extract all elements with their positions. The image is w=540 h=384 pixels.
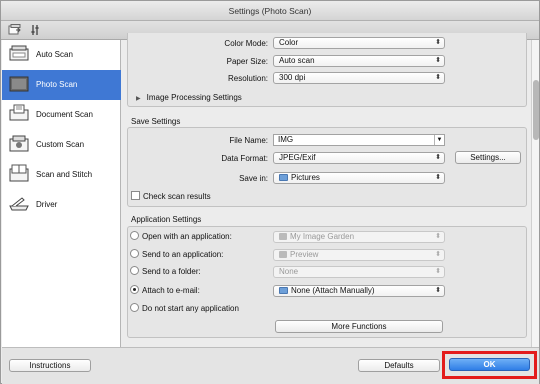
settings-window: Settings (Photo Scan) Auto Scan Photo Sc…	[0, 0, 540, 384]
popup-arrows-icon: ⬍	[435, 174, 441, 181]
popup-arrows-icon: ⬍	[435, 268, 441, 275]
document-scan-icon	[8, 104, 30, 124]
popup-arrows-icon: ⬍	[435, 154, 441, 161]
app-icon	[279, 251, 287, 258]
send-to-folder-popup[interactable]: None ⬍	[273, 266, 445, 278]
paper-size-label: Paper Size:	[226, 57, 268, 66]
file-name-label: File Name:	[229, 136, 268, 145]
window-title: Settings (Photo Scan)	[1, 1, 539, 21]
photo-scan-icon	[8, 74, 30, 94]
sidebar-item-label: Photo Scan	[36, 80, 78, 89]
radio-icon	[130, 303, 139, 312]
sidebar-item-auto-scan[interactable]: Auto Scan	[2, 40, 121, 70]
radio-label: Send to a folder:	[142, 267, 201, 276]
resolution-value: 300 dpi	[279, 73, 306, 82]
checkbox-icon	[131, 191, 140, 200]
open-with-application-value: My Image Garden	[290, 232, 355, 241]
sidebar-item-label: Driver	[36, 200, 58, 209]
defaults-button[interactable]: Defaults	[358, 359, 440, 372]
color-mode-popup[interactable]: Color ⬍	[273, 37, 445, 49]
instructions-button[interactable]: Instructions	[9, 359, 91, 372]
popup-arrows-icon: ⬍	[435, 287, 441, 294]
send-to-folder-value: None	[279, 267, 299, 276]
sidebar-item-label: Document Scan	[36, 110, 93, 119]
combo-dropdown-icon[interactable]: ▼	[434, 135, 444, 145]
image-processing-disclosure[interactable]: ▶ Image Processing Settings	[136, 93, 242, 102]
folder-icon	[279, 287, 288, 294]
radio-do-not-start-application[interactable]: Do not start any application	[130, 303, 239, 315]
data-format-popup[interactable]: JPEG/Exif ⬍	[273, 152, 445, 164]
radio-label: Open with an application:	[142, 232, 232, 241]
send-to-application-popup[interactable]: Preview ⬍	[273, 249, 445, 261]
save-settings-title: Save Settings	[131, 117, 181, 126]
radio-icon	[130, 266, 139, 275]
more-functions-button[interactable]: More Functions	[275, 320, 443, 333]
popup-arrows-icon: ⬍	[435, 251, 441, 258]
sidebar-item-custom-scan[interactable]: Custom Scan	[2, 130, 121, 160]
popup-arrows-icon: ⬍	[435, 39, 441, 46]
scroll-thumb[interactable]	[533, 80, 539, 140]
data-format-value: JPEG/Exif	[279, 153, 316, 162]
save-in-label: Save in:	[239, 174, 268, 183]
check-scan-results-checkbox[interactable]: Check scan results	[131, 191, 211, 201]
application-settings-title: Application Settings	[131, 215, 202, 224]
save-in-value: Pictures	[291, 173, 320, 182]
sidebar-item-label: Custom Scan	[36, 140, 85, 149]
sidebar-item-scan-and-stitch[interactable]: Scan and Stitch	[2, 160, 121, 190]
radio-send-to-application[interactable]: Send to an application:	[130, 249, 223, 261]
resolution-popup[interactable]: 300 dpi ⬍	[273, 72, 445, 84]
send-to-application-value: Preview	[290, 250, 319, 259]
sidebar: Auto Scan Photo Scan Document Scan Custo…	[2, 40, 121, 347]
open-with-application-popup[interactable]: My Image Garden ⬍	[273, 231, 445, 243]
resolution-label: Resolution:	[227, 74, 268, 83]
highlight-box	[442, 351, 537, 379]
radio-selected-icon	[130, 285, 139, 294]
radio-open-with-application[interactable]: Open with an application:	[130, 231, 232, 243]
sidebar-item-photo-scan[interactable]: Photo Scan	[2, 70, 121, 100]
color-mode-value: Color	[279, 38, 299, 47]
save-in-popup[interactable]: Pictures ⬍	[273, 172, 445, 184]
custom-scan-icon	[8, 134, 30, 154]
radio-attach-to-email[interactable]: Attach to e-mail:	[130, 285, 200, 297]
sidebar-item-label: Scan and Stitch	[36, 170, 93, 179]
scanner-settings-icon[interactable]	[29, 23, 45, 37]
popup-arrows-icon: ⬍	[435, 74, 441, 81]
sidebar-item-label: Auto Scan	[36, 50, 73, 59]
radio-icon	[130, 249, 139, 258]
popup-arrows-icon: ⬍	[435, 233, 441, 240]
driver-icon	[8, 194, 30, 214]
color-mode-label: Color Mode:	[224, 39, 268, 48]
file-name-value: IMG	[278, 135, 294, 144]
disclosure-triangle-icon: ▶	[136, 96, 141, 102]
image-processing-label: Image Processing Settings	[146, 93, 242, 102]
sidebar-item-driver[interactable]: Driver	[2, 190, 121, 220]
paper-size-popup[interactable]: Auto scan ⬍	[273, 55, 445, 67]
sidebar-item-document-scan[interactable]: Document Scan	[2, 100, 121, 130]
data-format-label: Data Format:	[221, 154, 268, 163]
scan-and-stitch-icon	[8, 164, 30, 184]
paper-size-value: Auto scan	[279, 56, 315, 65]
attach-to-email-value: None (Attach Manually)	[291, 286, 375, 295]
popup-arrows-icon: ⬍	[435, 57, 441, 64]
check-scan-results-label: Check scan results	[143, 192, 211, 201]
radio-send-to-folder[interactable]: Send to a folder:	[130, 266, 201, 278]
folder-icon	[279, 174, 288, 181]
file-name-combo[interactable]: IMG ▼	[273, 134, 445, 146]
radio-label: Send to an application:	[142, 250, 224, 259]
radio-icon	[130, 231, 139, 240]
scan-from-computer-icon[interactable]	[7, 23, 23, 37]
radio-label: Attach to e-mail:	[142, 286, 200, 295]
settings-button[interactable]: Settings...	[455, 151, 521, 164]
radio-label: Do not start any application	[142, 304, 239, 313]
app-icon	[279, 233, 287, 240]
content-scrollbar[interactable]	[531, 40, 539, 347]
auto-scan-icon	[8, 44, 30, 64]
attach-to-email-popup[interactable]: None (Attach Manually) ⬍	[273, 285, 445, 297]
